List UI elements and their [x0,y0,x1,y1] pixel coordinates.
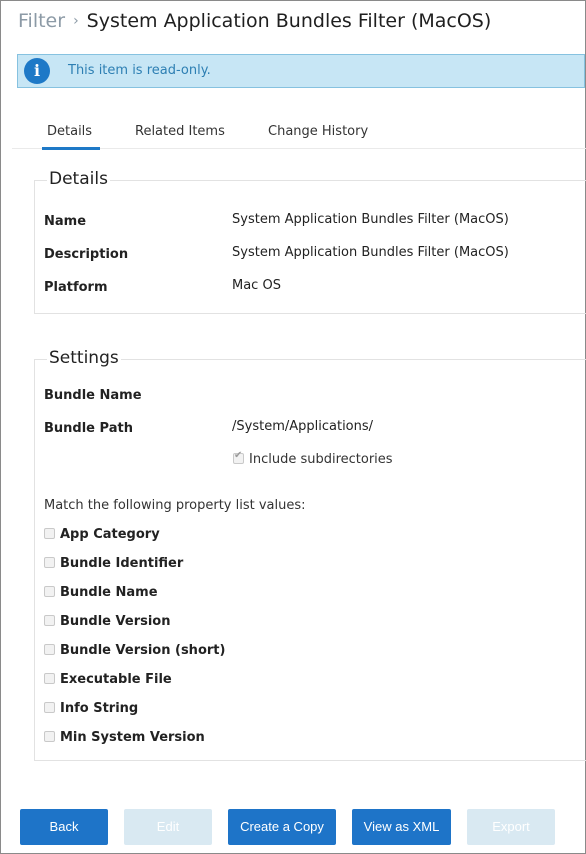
app-category-label: App Category [60,527,160,542]
bundle-version-short-checkbox[interactable] [44,644,55,655]
back-button[interactable]: Back [20,809,108,845]
tab-details[interactable]: Details [42,124,101,150]
min-system-version-checkbox[interactable] [44,731,55,742]
tab-related-items-label: Related Items [135,124,225,139]
bundle-identifier-label: Bundle Identifier [60,556,184,571]
read-only-banner: i This item is read-only. [17,54,585,88]
chevron-right-icon: › [73,13,79,29]
info-icon: i [24,58,50,84]
name-value: System Application Bundles Filter (MacOS… [232,212,509,227]
executable-file-checkbox[interactable] [44,673,55,684]
export-button[interactable]: Export [467,809,555,845]
include-subdirectories-label: Include subdirectories [249,452,393,467]
description-value: System Application Bundles Filter (MacOS… [232,245,509,260]
bundle-version-short-label: Bundle Version (short) [60,643,226,658]
edit-button[interactable]: Edit [124,809,212,845]
bundle-name-checkbox[interactable] [44,586,55,597]
info-string-label: Info String [60,701,139,716]
view-as-xml-button[interactable]: View as XML [352,809,451,845]
tab-related-items[interactable]: Related Items [135,124,225,147]
info-string-checkbox[interactable] [44,702,55,713]
include-subdirectories-checkbox[interactable] [233,450,244,464]
bundle-path-label: Bundle Path [44,421,133,436]
tab-details-label: Details [47,124,93,139]
platform-label: Platform [44,280,108,295]
match-intro-text: Match the following property list values… [44,498,306,513]
tab-bar: Details Related Items Change History [12,118,586,150]
bundle-version-checkbox[interactable] [44,615,55,626]
tab-change-history-label: Change History [268,124,369,139]
executable-file-label: Executable File [60,672,172,687]
bundle-identifier-checkbox[interactable] [44,557,55,568]
breadcrumb-filter-link[interactable]: Filter [18,10,65,32]
tab-change-history[interactable]: Change History [268,124,368,147]
banner-message: This item is read-only. [68,63,211,78]
min-system-version-label: Min System Version [60,730,205,745]
description-label: Description [44,247,129,262]
app-category-checkbox[interactable] [44,528,55,539]
settings-section-title: Settings [47,348,121,368]
page-title: System Application Bundles Filter (MacOS… [86,10,492,32]
platform-value: Mac OS [232,278,281,293]
details-section-title: Details [47,169,110,189]
name-label: Name [44,214,87,229]
bundle-name-prop-label: Bundle Name [60,585,158,600]
create-copy-button[interactable]: Create a Copy [228,809,336,845]
bundle-path-value: /System/Applications/ [232,419,374,434]
bundle-name-label: Bundle Name [44,388,142,403]
breadcrumb: Filter › System Application Bundles Filter… [18,8,491,34]
bundle-version-label: Bundle Version [60,614,171,629]
